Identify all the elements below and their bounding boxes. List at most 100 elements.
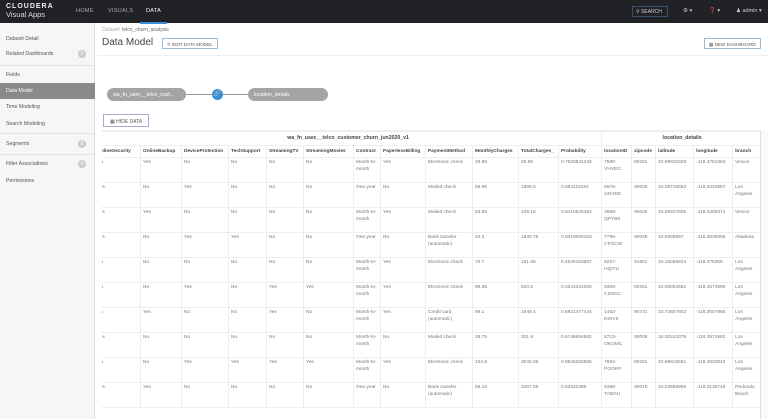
table-cell: 56.15 <box>472 382 519 408</box>
table-cell: Los Angeles <box>732 357 760 383</box>
sidebar-item-time-modeling[interactable]: Time Modeling <box>0 99 95 115</box>
sidebar-item-permissions[interactable]: Permissions <box>0 173 95 189</box>
table-cell: -118.4633942 <box>693 357 734 383</box>
table-cell: 90046 <box>631 182 657 208</box>
column-header[interactable]: locationID <box>601 145 633 158</box>
page-title: Data Model <box>102 37 154 48</box>
table-cell: Yes <box>380 282 426 308</box>
table-cell: 90731 <box>631 307 657 333</box>
table-cell: 91601 <box>631 257 657 283</box>
gear-icon: ⚙ <box>683 8 688 14</box>
brand-logo[interactable]: CLOUDERA Visual Apps <box>6 3 54 19</box>
table-cell: No <box>303 157 354 183</box>
column-header[interactable]: StreamingTV <box>266 145 304 158</box>
table-cell: One year <box>353 382 381 408</box>
column-header[interactable]: Contract <box>353 145 381 158</box>
column-header[interactable]: StreamingMovies <box>303 145 354 158</box>
settings-menu[interactable]: ⚙ ▾ <box>683 8 692 14</box>
column-header[interactable]: DeviceProtection <box>181 145 229 158</box>
table-cell: 34.16056824 <box>655 257 695 283</box>
table-cell: 89.1 <box>472 307 519 333</box>
sidebar-item-label: Fields <box>6 72 20 78</box>
chevron-down-icon: ▾ <box>689 8 693 14</box>
model-node-right[interactable]: location_details <box>248 88 328 101</box>
column-header[interactable]: OnlineSecurity <box>102 145 141 158</box>
edit-data-model-button[interactable]: ✎ EDIT DATA MODEL <box>162 38 218 49</box>
table-cell: -118.3440857 <box>693 182 734 208</box>
table-cell: 42.3 <box>472 232 519 258</box>
new-dashboard-button[interactable]: ▦ NEW DASHBOARD <box>704 38 761 49</box>
help-menu[interactable]: ❓ ▾ <box>709 8 720 14</box>
pencil-icon: ✎ <box>167 41 171 47</box>
table-cell: Yes <box>228 357 267 383</box>
model-node-left[interactable]: wa_fn_usec__telco_cust... <box>107 88 186 101</box>
sidebar-item-related-dashboards[interactable]: Related Dashboards 0 <box>0 46 95 62</box>
table-cell: 151.65 <box>518 257 559 283</box>
table-cell: No <box>303 232 354 258</box>
table-cell: -118.3499374 <box>693 207 734 233</box>
nav-data[interactable]: DATA <box>139 8 168 24</box>
table-cell: Month-to-month <box>353 282 381 308</box>
top-nav: CLOUDERA Visual Apps HOME VISUALS DATA ⚲… <box>0 0 768 24</box>
table-cell: No <box>266 332 304 358</box>
table-cell: Los Angeles <box>732 332 760 358</box>
sidebar: Dataset Detail Related Dashboards 0 Field… <box>0 23 95 419</box>
column-header[interactable]: TotalCharges_ <box>518 145 559 158</box>
sidebar-item-label: Search Modeling <box>6 121 45 127</box>
nav-home[interactable]: HOME <box>76 8 94 14</box>
table-cell: Yes <box>181 282 229 308</box>
hide-data-button[interactable]: ▦ HIDE DATA <box>103 114 150 127</box>
table-row: NoNoYesNoYesYesMonth-to-monthYesElectron… <box>102 282 760 308</box>
column-header[interactable]: Probability <box>557 145 603 158</box>
table-cell: 33.98816681 <box>655 357 695 383</box>
table-cell: No <box>380 182 426 208</box>
column-header[interactable]: zipcode <box>631 145 657 158</box>
sidebar-item-filter-associations[interactable]: Filter Associations 0 <box>0 156 95 172</box>
column-header[interactable]: branch <box>732 145 760 158</box>
table-cell: 56.95 <box>472 182 519 208</box>
scrollbar[interactable] <box>760 130 768 419</box>
column-header[interactable]: latitude <box>655 145 695 158</box>
sidebar-item-search-modeling[interactable]: Search Modeling <box>0 116 95 132</box>
column-header[interactable]: OnlineBackup <box>140 145 182 158</box>
chevron-down-icon: ▾ <box>717 8 721 14</box>
table-cell: Yes <box>266 357 304 383</box>
table-cell: Yes <box>303 282 354 308</box>
user-name: admin <box>742 8 758 14</box>
table-cell: No <box>303 307 354 333</box>
search-button[interactable]: ⚲ SEARCH <box>632 6 668 17</box>
table-cell: Yes <box>266 307 304 333</box>
table-cell: Month-to-month <box>353 307 381 333</box>
table-cell: No <box>380 232 426 258</box>
column-header[interactable]: PaymentMethod <box>425 145 473 158</box>
column-header[interactable]: PaperlessBilling <box>380 145 426 158</box>
table-cell: 90048 <box>631 232 657 258</box>
sidebar-item-fields[interactable]: Fields <box>0 67 95 83</box>
table-cell: 29.75 <box>472 332 519 358</box>
table-cell: Month-to-month <box>353 157 381 183</box>
nav-visuals[interactable]: VISUALS <box>108 8 133 14</box>
table-cell: Yes <box>102 382 141 408</box>
table-cell: Month-to-month <box>353 332 381 358</box>
table: wa_fn_usec__telco_customer_churn_jun2020… <box>102 131 760 408</box>
sidebar-item-data-model[interactable]: Data Model <box>0 83 95 99</box>
table-cell: Month-to-month <box>353 207 381 233</box>
user-menu[interactable]: ♟ admin ▾ <box>736 8 762 14</box>
table-cell: Electronic check <box>425 357 473 383</box>
table-cell: 0.4545163587 <box>557 257 603 283</box>
sidebar-item-dataset-detail[interactable]: Dataset Detail <box>0 31 95 47</box>
column-header[interactable]: longitude <box>693 145 734 158</box>
table-cell: 1840.75 <box>518 232 559 258</box>
column-header[interactable]: TechSupport <box>228 145 267 158</box>
breadcrumb-dataset[interactable]: telco_churn_analysis <box>122 27 169 33</box>
table-cell: Los Angeles <box>732 182 760 208</box>
column-header[interactable]: MonthlyCharges <box>472 145 519 158</box>
join-link-icon[interactable]: 🔗 <box>212 89 223 100</box>
table-cell: 90008 <box>631 332 657 358</box>
user-icon: ♟ <box>736 8 741 14</box>
table-cell: No <box>140 232 182 258</box>
table-cell: 99.65 <box>472 282 519 308</box>
table-cell: 0.9410526452 <box>557 207 603 233</box>
column-header-row: OnlineSecurityOnlineBackupDeviceProtecti… <box>102 145 760 158</box>
sidebar-item-segments[interactable]: Segments 0 <box>0 136 95 152</box>
